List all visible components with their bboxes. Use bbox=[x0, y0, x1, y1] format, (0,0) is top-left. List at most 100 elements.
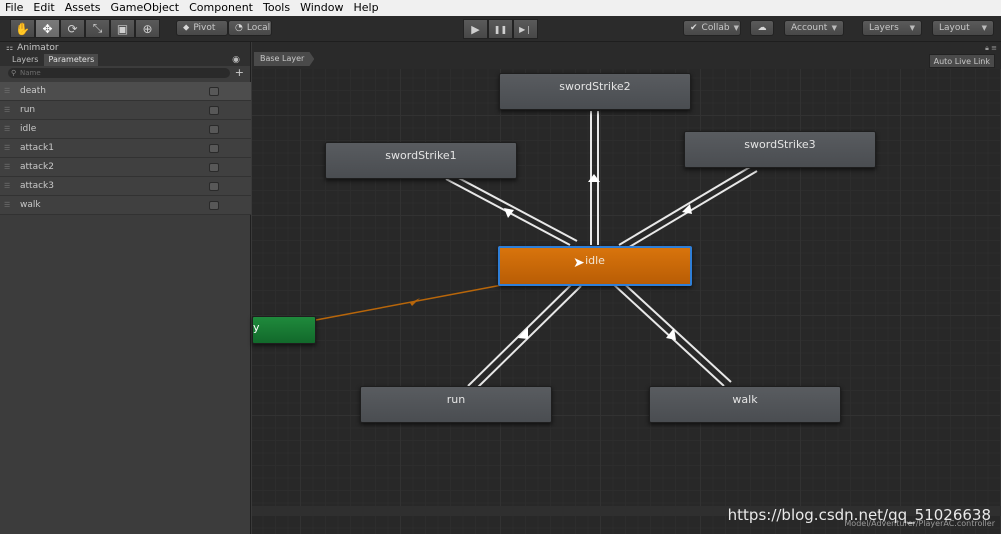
animator-tabs: Layers Parameters ◉ bbox=[0, 54, 250, 66]
menu-gameobject[interactable]: GameObject bbox=[106, 0, 185, 16]
state-swordstrike3[interactable]: swordStrike3 bbox=[684, 131, 876, 168]
list-item[interactable]: ☰ walk bbox=[0, 196, 251, 215]
drag-handle-icon[interactable]: ☰ bbox=[0, 201, 10, 209]
drag-handle-icon[interactable]: ☰ bbox=[0, 125, 10, 133]
transition-arrow-icon bbox=[518, 327, 528, 339]
chevron-down-icon: ▼ bbox=[909, 24, 915, 32]
parameter-toggle[interactable] bbox=[209, 124, 219, 134]
state-label: idle bbox=[585, 254, 605, 267]
layers-dropdown[interactable]: Layers ▼ bbox=[862, 20, 922, 36]
eye-icon[interactable]: ◉ bbox=[232, 55, 240, 65]
play-icon[interactable]: ▶ bbox=[463, 19, 488, 39]
menu-assets[interactable]: Assets bbox=[60, 0, 106, 16]
parameter-toggle[interactable] bbox=[209, 86, 219, 96]
menu-bar: File Edit Assets GameObject Component To… bbox=[0, 0, 1001, 16]
collab-dropdown[interactable]: ✔ Collab ▼ bbox=[683, 20, 741, 36]
state-swordstrike2[interactable]: swordStrike2 bbox=[499, 73, 691, 110]
layout-dropdown[interactable]: Layout ▼ bbox=[932, 20, 994, 36]
parameter-name: attack3 bbox=[20, 181, 54, 191]
parameter-toggle[interactable] bbox=[209, 200, 219, 210]
pivot-label: Pivot bbox=[193, 23, 216, 33]
add-parameter-icon[interactable]: + bbox=[235, 66, 244, 79]
animator-window-title: ⚏ Animator bbox=[0, 42, 250, 54]
parameter-name: attack1 bbox=[20, 143, 54, 153]
pivot-icon: ⬥ bbox=[183, 23, 190, 33]
parameter-toggle[interactable] bbox=[209, 143, 219, 153]
step-icon[interactable]: ▶❘ bbox=[513, 19, 538, 39]
state-idle-default[interactable]: idle bbox=[498, 246, 692, 286]
animator-parameters-panel: ⚏ Animator Layers Parameters ◉ ⚲ Name + … bbox=[0, 42, 251, 534]
drag-handle-icon[interactable]: ☰ bbox=[0, 106, 10, 114]
search-placeholder: Name bbox=[20, 68, 41, 77]
parameter-search-input[interactable]: ⚲ Name bbox=[8, 67, 230, 78]
pivot-toggle[interactable]: ⬥ Pivot bbox=[176, 20, 228, 36]
menu-file[interactable]: File bbox=[0, 0, 28, 16]
default-transition[interactable] bbox=[315, 284, 503, 321]
watermark-text: https://blog.csdn.net/qq_51026638 bbox=[727, 506, 991, 524]
chevron-down-icon: ▼ bbox=[733, 24, 739, 32]
state-label: swordStrike1 bbox=[385, 149, 457, 162]
transform-tool-icon[interactable]: ⊕ bbox=[135, 19, 160, 38]
list-item[interactable]: ☰ attack1 bbox=[0, 139, 251, 158]
scale-tool-icon[interactable]: ⤡ bbox=[85, 19, 110, 38]
playback-controls: ▶ ❚❚ ▶❘ bbox=[463, 19, 538, 39]
pause-icon[interactable]: ❚❚ bbox=[488, 19, 513, 39]
state-walk[interactable]: walk bbox=[649, 386, 841, 423]
transition-line[interactable] bbox=[611, 282, 725, 387]
parameter-name: attack2 bbox=[20, 162, 54, 172]
main-toolbar: ✋ ✥ ⟳ ⤡ ▣ ⊕ ⬥ Pivot ◔ Local ▶ ❚❚ ▶❘ ✔ Co… bbox=[0, 16, 1001, 42]
rotate-tool-icon[interactable]: ⟳ bbox=[60, 19, 85, 38]
drag-handle-icon[interactable]: ☰ bbox=[0, 163, 10, 171]
tab-layers[interactable]: Layers bbox=[8, 54, 42, 66]
check-icon: ✔ bbox=[690, 23, 698, 33]
transform-tools: ✋ ✥ ⟳ ⤡ ▣ ⊕ bbox=[10, 19, 160, 38]
transitions bbox=[315, 111, 758, 391]
menu-edit[interactable]: Edit bbox=[28, 0, 59, 16]
list-item[interactable]: ☰ attack3 bbox=[0, 177, 251, 196]
rect-tool-icon[interactable]: ▣ bbox=[110, 19, 135, 38]
globe-icon: ◔ bbox=[235, 23, 243, 33]
mouse-cursor-icon: ➤ bbox=[573, 255, 585, 271]
list-item[interactable]: ☰ attack2 bbox=[0, 158, 251, 177]
drag-handle-icon[interactable]: ☰ bbox=[0, 182, 10, 190]
list-item[interactable]: ☰ idle bbox=[0, 120, 251, 139]
account-label: Account bbox=[791, 23, 828, 33]
drag-handle-icon[interactable]: ☰ bbox=[0, 87, 10, 95]
parameter-toggle[interactable] bbox=[209, 105, 219, 115]
state-run[interactable]: run bbox=[360, 386, 552, 423]
drag-handle-icon[interactable]: ☰ bbox=[0, 144, 10, 152]
layers-label: Layers bbox=[869, 23, 899, 33]
cloud-button[interactable]: ☁ bbox=[750, 20, 774, 36]
transition-arrow-icon bbox=[504, 208, 514, 218]
hand-tool-icon[interactable]: ✋ bbox=[10, 19, 35, 38]
entry-label: y bbox=[253, 321, 260, 334]
cloud-icon: ☁ bbox=[757, 23, 767, 33]
transition-line[interactable] bbox=[618, 278, 732, 383]
transition-line[interactable] bbox=[625, 170, 758, 250]
parameter-toggle[interactable] bbox=[209, 181, 219, 191]
move-tool-icon[interactable]: ✥ bbox=[35, 19, 60, 38]
animator-graph[interactable]: 🔒︎ ≡ Base Layer Auto Live Link swordStri… bbox=[252, 42, 1001, 534]
account-dropdown[interactable]: Account ▼ bbox=[784, 20, 844, 36]
local-toggle[interactable]: ◔ Local bbox=[228, 20, 272, 36]
menu-component[interactable]: Component bbox=[184, 0, 258, 16]
parameter-list: ☰ death ☰ run ☰ idle ☰ attack1 ☰ attack2… bbox=[0, 82, 251, 215]
entry-node[interactable]: y bbox=[252, 316, 316, 344]
transition-line[interactable] bbox=[452, 174, 578, 242]
state-label: run bbox=[446, 393, 466, 406]
menu-window[interactable]: Window bbox=[295, 0, 348, 16]
parameter-name: walk bbox=[20, 200, 41, 210]
state-label: swordStrike3 bbox=[744, 138, 816, 151]
tab-parameters[interactable]: Parameters bbox=[44, 54, 99, 66]
menu-tools[interactable]: Tools bbox=[258, 0, 295, 16]
list-item[interactable]: ☰ run bbox=[0, 101, 251, 120]
transition-line[interactable] bbox=[467, 281, 575, 387]
collab-label: Collab bbox=[701, 23, 730, 33]
unity-editor-window: { "menu": ["File","Edit","Assets","GameO… bbox=[0, 0, 1001, 534]
menu-help[interactable]: Help bbox=[348, 0, 383, 16]
list-item[interactable]: ☰ death bbox=[0, 82, 251, 101]
transition-line[interactable] bbox=[618, 166, 751, 246]
state-swordstrike1[interactable]: swordStrike1 bbox=[325, 142, 517, 179]
local-label: Local bbox=[246, 23, 271, 33]
parameter-toggle[interactable] bbox=[209, 162, 219, 172]
